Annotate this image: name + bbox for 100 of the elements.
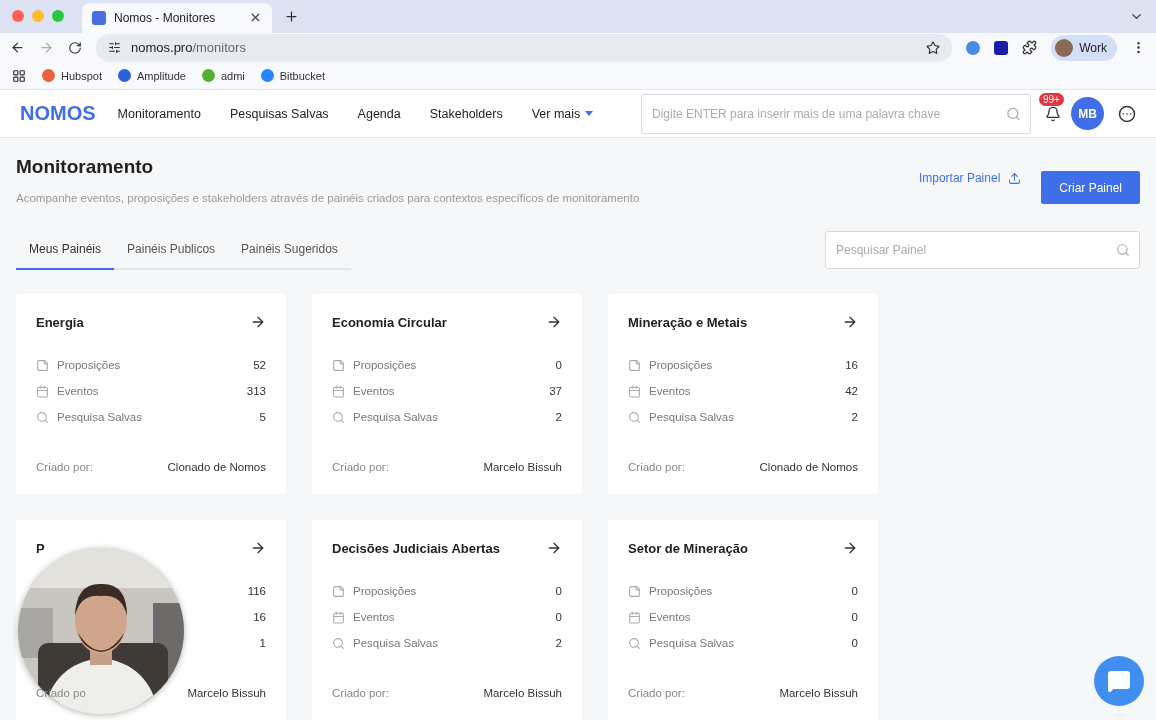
creator-label: Criado por: bbox=[628, 687, 685, 699]
calendar-icon bbox=[628, 384, 641, 398]
new-tab-icon[interactable] bbox=[284, 9, 299, 24]
logo[interactable]: NOMOS bbox=[20, 102, 96, 125]
caret-icon bbox=[584, 110, 595, 117]
extension-icon[interactable] bbox=[994, 40, 1009, 55]
note-icon bbox=[332, 358, 345, 372]
metric-value: 42 bbox=[845, 385, 858, 397]
metric-label: Proposições bbox=[353, 585, 417, 597]
metric-value: 37 bbox=[549, 385, 562, 397]
panel-title: Decisões Judiciais Abertas bbox=[332, 540, 500, 556]
panel-card[interactable]: Decisões Judiciais Abertas Proposições 0 Eventos 0 Pesquisa Salvas 2 Criado por: Marcelo Bissuh bbox=[312, 520, 582, 720]
panel-card[interactable]: Setor de Mineração Proposições 0 Eventos 0 Pesquisa Salvas 0 Criado por: Marcelo Bissuh bbox=[608, 520, 878, 720]
panel-title: Mineração e Metais bbox=[628, 314, 748, 330]
creator-label: Criado por: bbox=[36, 461, 93, 473]
search-field[interactable]: Digite ENTER para inserir mais de uma palavra chave bbox=[641, 93, 1031, 134]
panel-card[interactable]: Economia Circular Proposições 0 Eventos 37 Pesquisa Salvas 2 Criado por: Marcelo Bissuh bbox=[312, 294, 582, 494]
bookmark[interactable]: admi bbox=[201, 69, 245, 83]
reload-icon[interactable] bbox=[68, 40, 82, 55]
apps-icon[interactable] bbox=[12, 68, 26, 83]
nav-link[interactable]: Pesquisas Salvas bbox=[229, 106, 329, 121]
tab-title: Nomos - Monitores bbox=[114, 10, 217, 25]
metric-value: 0 bbox=[555, 585, 562, 597]
calendar-icon bbox=[628, 610, 641, 624]
metric-label: Pesquisa Salvas bbox=[649, 637, 735, 649]
avatar-icon bbox=[1055, 38, 1074, 57]
metric-label: Pesquisa Salvas bbox=[353, 637, 439, 649]
search-icon bbox=[628, 636, 641, 650]
panel-title: Energia bbox=[36, 314, 84, 330]
arrow-right-icon[interactable] bbox=[250, 540, 266, 556]
bookmark[interactable]: Bitbucket bbox=[260, 69, 325, 83]
nav-link[interactable]: Stakeholders bbox=[429, 106, 503, 121]
panel-card[interactable]: Mineração e Metais Proposições 16 Eventos 42 Pesquisa Salvas 2 Criado por: Clonado de Nomos bbox=[608, 294, 878, 494]
metric-value: 0 bbox=[555, 611, 562, 623]
calendar-icon bbox=[332, 610, 345, 624]
creator-name: Marcelo Bissuh bbox=[483, 687, 562, 699]
metric-label: Eventos bbox=[57, 385, 99, 397]
creator-label: Criado po bbox=[36, 687, 86, 699]
bookmark[interactable]: Amplitude bbox=[118, 69, 186, 83]
notification-badge: 99+ bbox=[1039, 92, 1064, 106]
import-button[interactable]: Importar Painel bbox=[912, 170, 1028, 186]
panel-card[interactable]: Energia Proposições 52 Eventos 313 Pesquisa Salvas 5 Criado por: Clonado de Nomos bbox=[16, 294, 286, 494]
browser-tab[interactable]: Nomos - Monitores bbox=[82, 2, 272, 33]
metric-value: 5 bbox=[259, 411, 266, 423]
creator-name: Marcelo Bissuh bbox=[779, 687, 858, 699]
arrow-right-icon[interactable] bbox=[546, 540, 562, 556]
calendar-icon bbox=[332, 384, 345, 398]
back-icon[interactable] bbox=[10, 40, 25, 56]
tab[interactable]: Painéis Publicos bbox=[114, 230, 229, 270]
favicon-icon bbox=[92, 10, 106, 25]
user-avatar[interactable]: MB bbox=[1071, 97, 1104, 130]
nav-link[interactable]: Ver mais bbox=[531, 106, 595, 121]
creator-name: Marcelo Bissuh bbox=[483, 461, 562, 473]
search-field[interactable]: Pesquisar Painel bbox=[825, 231, 1140, 269]
metric-label: Proposições bbox=[57, 359, 121, 371]
puzzle-icon[interactable] bbox=[1022, 40, 1038, 56]
apps-icon[interactable] bbox=[1118, 104, 1136, 123]
nav-link[interactable]: Monitoramento bbox=[117, 106, 201, 121]
note-icon bbox=[628, 358, 641, 372]
sliders-icon bbox=[108, 41, 121, 55]
metric-label: Proposições bbox=[649, 585, 713, 597]
metric-value: 1 bbox=[259, 637, 266, 649]
metric-value: 2 bbox=[555, 411, 562, 423]
create-button[interactable]: Criar Painel bbox=[1041, 171, 1140, 204]
chat-button[interactable] bbox=[1094, 656, 1144, 706]
note-icon bbox=[628, 584, 641, 598]
arrow-right-icon[interactable] bbox=[842, 540, 858, 556]
profile-button[interactable]: Work bbox=[1051, 34, 1117, 61]
panel-title: Economia Circular bbox=[332, 314, 447, 330]
metric-label: Proposições bbox=[353, 359, 417, 371]
note-icon bbox=[332, 584, 345, 598]
calendar-icon bbox=[36, 384, 49, 398]
creator-label: Criado por: bbox=[628, 461, 685, 473]
search-icon bbox=[332, 636, 345, 650]
metric-value: 0 bbox=[851, 585, 858, 597]
metric-value: 116 bbox=[247, 585, 266, 597]
creator-label: Criado por: bbox=[332, 461, 389, 473]
tab[interactable]: Meus Painéis bbox=[16, 230, 115, 270]
nav-link[interactable]: Agenda bbox=[357, 106, 401, 121]
creator-name: Clonado de Nomos bbox=[167, 461, 266, 473]
bookmark[interactable]: Hubspot bbox=[42, 69, 102, 83]
metric-value: 16 bbox=[253, 611, 266, 623]
panel-title: Setor de Mineração bbox=[628, 540, 748, 556]
tab[interactable]: Painéis Sugeridos bbox=[228, 230, 351, 270]
search-icon bbox=[628, 410, 641, 424]
metric-value: 52 bbox=[253, 359, 266, 371]
search-icon bbox=[332, 410, 345, 424]
upload-icon bbox=[1008, 171, 1022, 185]
address-bar[interactable]: nomos.pro/monitors bbox=[96, 33, 953, 62]
star-icon[interactable] bbox=[926, 40, 941, 55]
metric-label: Pesquisa Salvas bbox=[649, 411, 735, 423]
metric-label: Eventos bbox=[353, 611, 395, 623]
note-icon bbox=[36, 358, 49, 372]
metric-label: Pesquisa Salvas bbox=[353, 411, 439, 423]
metric-value: 16 bbox=[845, 359, 858, 371]
metric-label: Eventos bbox=[649, 385, 691, 397]
metric-label: Eventos bbox=[649, 611, 691, 623]
bell-icon[interactable] bbox=[1045, 105, 1061, 122]
page-title: Monitoramento bbox=[16, 156, 155, 178]
metric-label: Eventos bbox=[353, 385, 395, 397]
